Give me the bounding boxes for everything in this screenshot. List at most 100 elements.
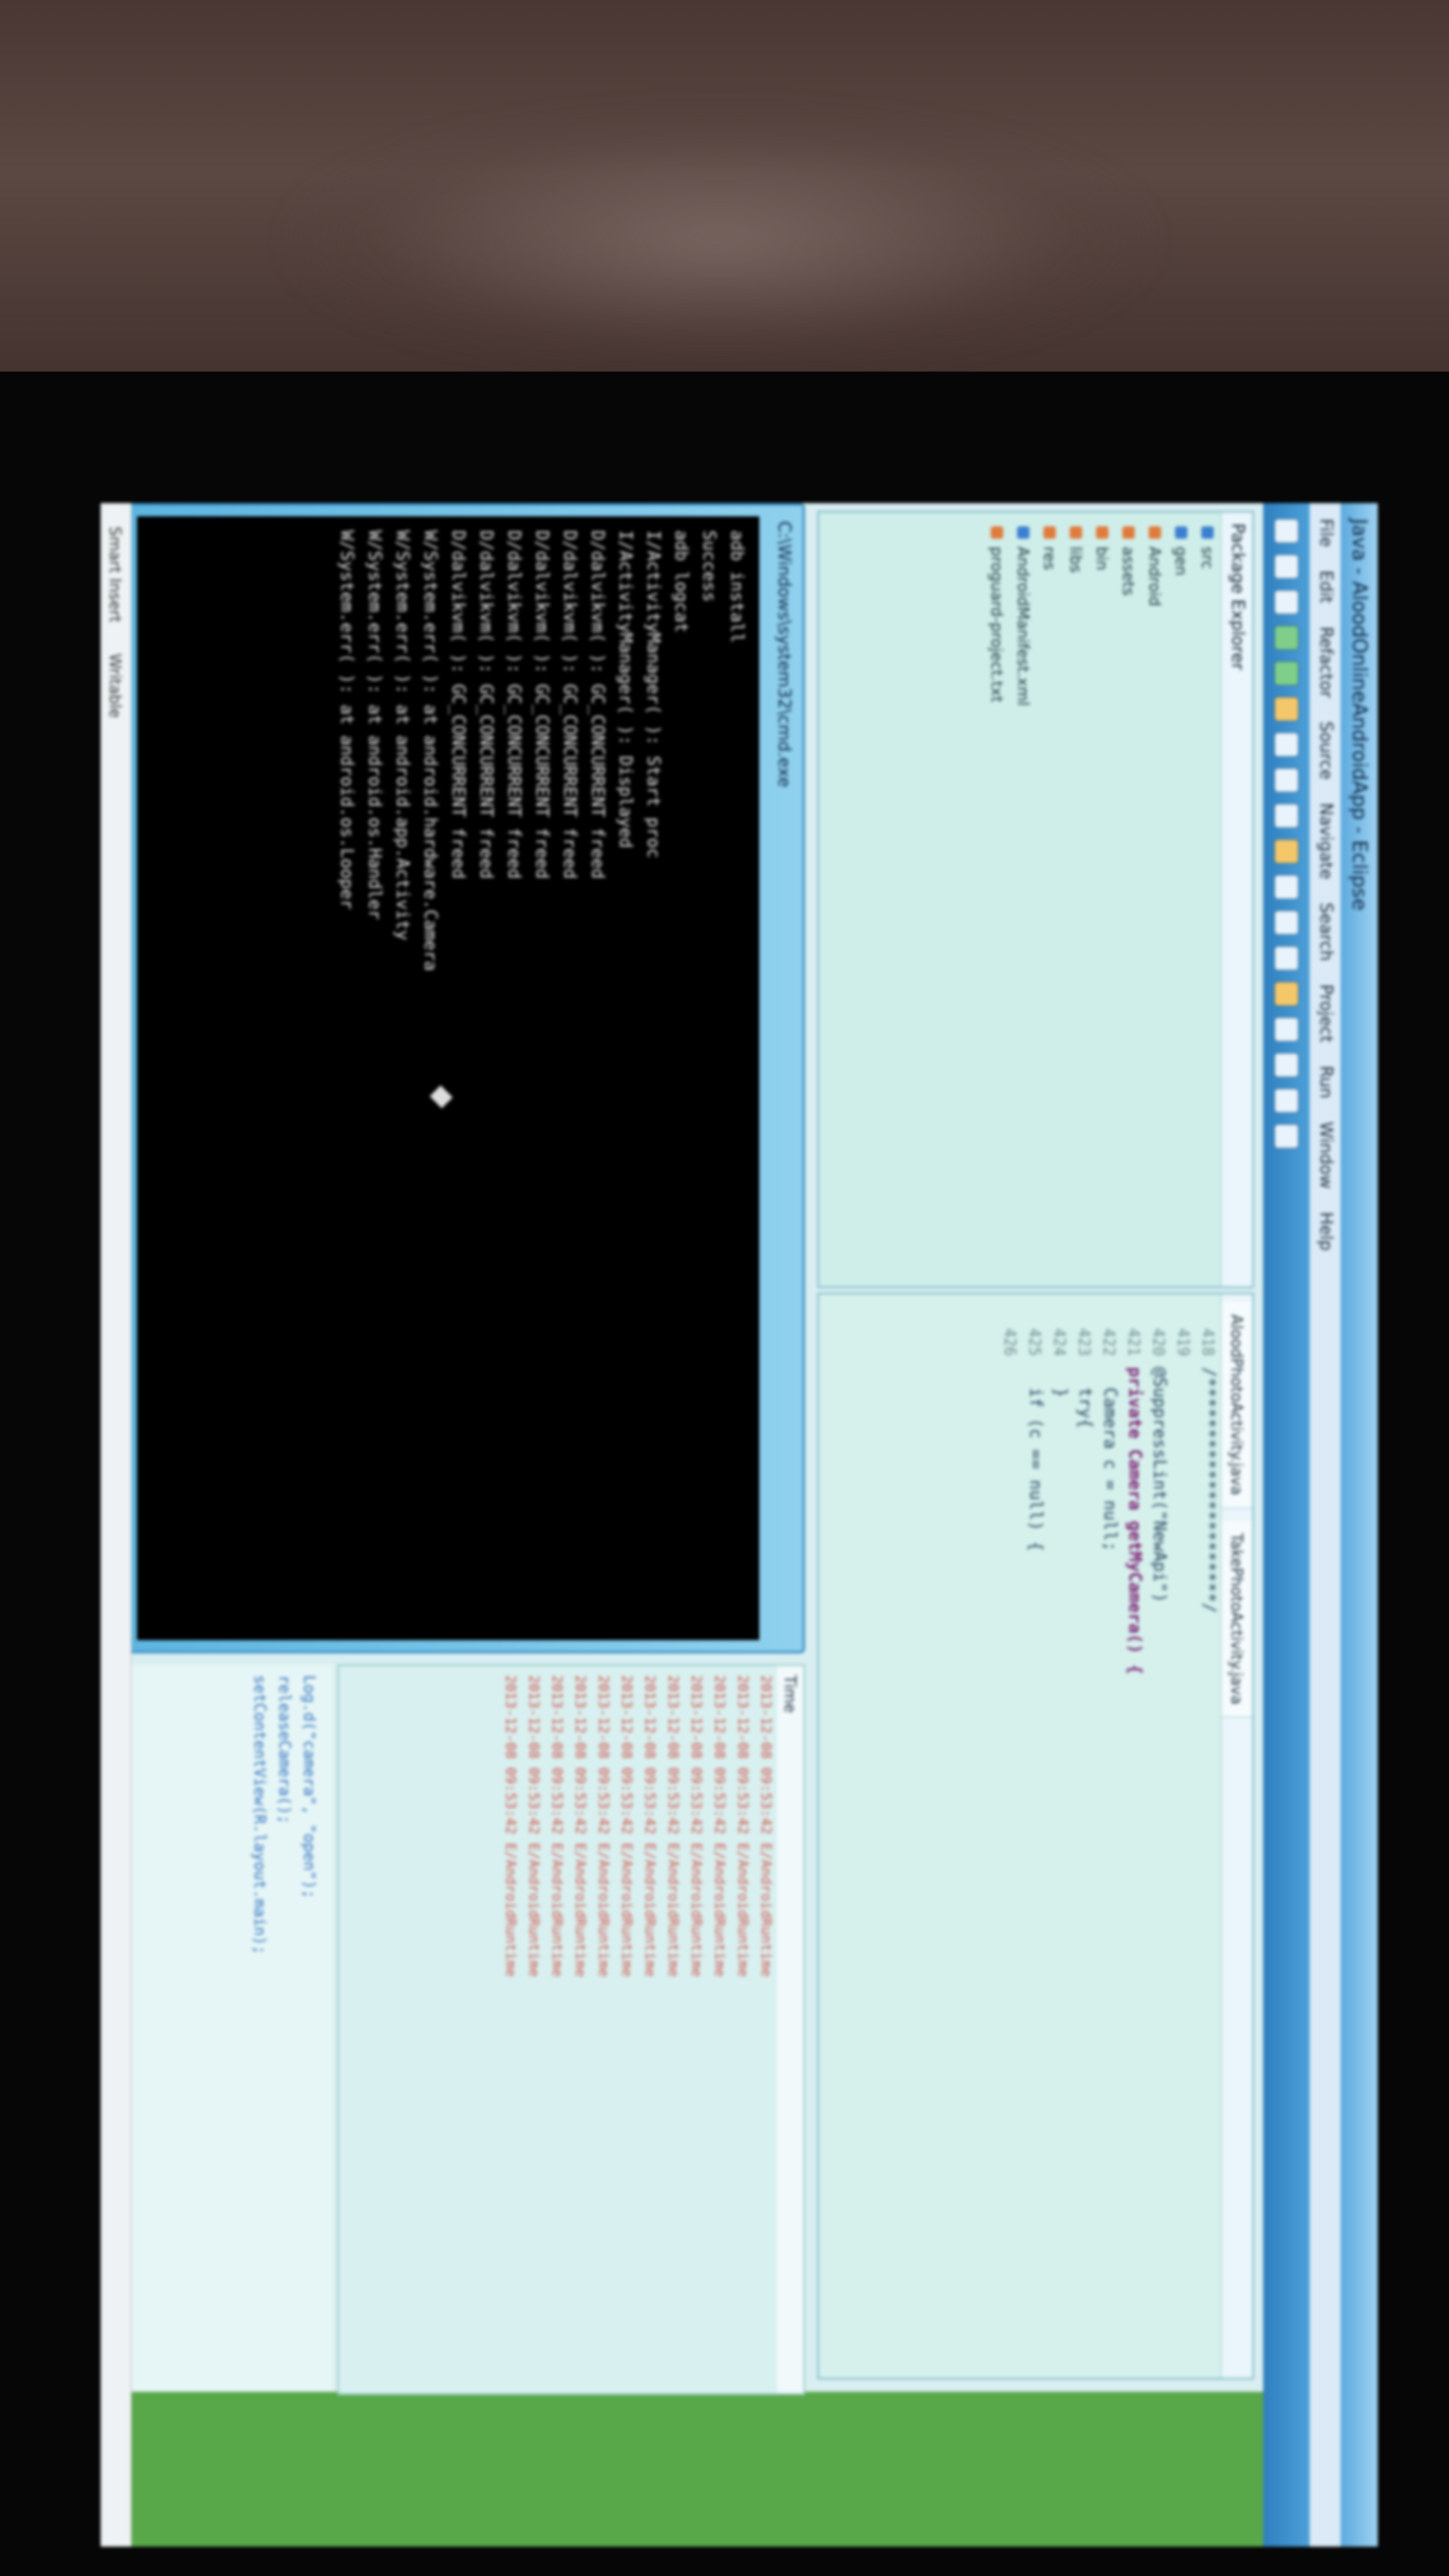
status-insert-mode: Smart Insert: [106, 526, 125, 623]
desktop-background-strip: [101, 2392, 1263, 2547]
back-icon[interactable]: [1274, 1088, 1299, 1113]
code-line: @SuppressLint("NewApi"): [1149, 1367, 1169, 1603]
console-line: W/System.err( ): at android.hardware.Cam…: [420, 530, 440, 971]
menu-file[interactable]: File: [1310, 519, 1341, 547]
android-sdk-manager-icon[interactable]: [1274, 910, 1299, 935]
tree-item[interactable]: res: [1036, 512, 1063, 1286]
debug-icon[interactable]: [1274, 625, 1299, 650]
code-line: try{: [1075, 1367, 1094, 1429]
line-number-gutter: 418 419 420 421 422 423 424 425 426: [1001, 1327, 1218, 1356]
monitor-screen: Java - AloodOnlineAndroidApp - Eclipse F…: [101, 503, 1378, 2547]
new-class-icon[interactable]: [1274, 803, 1299, 828]
window-title: Java - AloodOnlineAndroidApp - Eclipse: [1341, 503, 1378, 2547]
log-row[interactable]: 2013-12-08 09:53:42 E/AndroidRuntime: [615, 1666, 638, 2393]
menu-refactor[interactable]: Refactor: [1310, 626, 1341, 697]
open-type-icon[interactable]: [1274, 839, 1299, 864]
tree-item[interactable]: proguard-project.txt: [984, 512, 1010, 1286]
next-annotation-icon[interactable]: [1274, 1017, 1299, 1042]
console-line: D/dalvikvm( ): GC_CONCURRENT freed: [560, 530, 579, 879]
log-row[interactable]: 2013-12-08 09:53:42 E/AndroidRuntime: [754, 1666, 777, 2393]
lower-code-panel[interactable]: Log.d("camera", "open"); releaseCamera()…: [108, 1664, 333, 2392]
logcat-panel: Time 2013-12-08 09:53:42 E/AndroidRuntim…: [337, 1664, 805, 2395]
log-row[interactable]: 2013-12-08 09:53:42 E/AndroidRuntime: [568, 1666, 591, 2393]
command-prompt-window[interactable]: C:\Windows\system32\cmd.exe adb install …: [104, 503, 805, 1653]
menu-window[interactable]: Window: [1310, 1122, 1341, 1189]
folder-icon: [1070, 526, 1082, 539]
console-line: W/System.err( ): at android.app.Activity: [392, 530, 412, 940]
log-row[interactable]: 2013-12-08 09:53:42 E/AndroidRuntime: [591, 1666, 615, 2393]
menu-help[interactable]: Help: [1310, 1212, 1341, 1251]
menu-run[interactable]: Run: [1310, 1066, 1341, 1098]
tab-takephotoactivity[interactable]: TakePhotoActivity.java: [1221, 1520, 1252, 1718]
log-row[interactable]: 2013-12-08 09:53:42 E/AndroidRuntime: [545, 1666, 568, 2393]
menu-edit[interactable]: Edit: [1310, 570, 1341, 604]
log-row[interactable]: 2013-12-08 09:53:42 E/AndroidRuntime: [638, 1666, 661, 2393]
menu-navigate[interactable]: Navigate: [1310, 803, 1341, 879]
save-icon[interactable]: [1274, 554, 1299, 579]
console-line: adb logcat: [671, 530, 690, 633]
tab-aloodphotoactivity[interactable]: AloodPhotoActivity.java: [1221, 1302, 1252, 1509]
console-output[interactable]: adb install Success adb logcat I/Activit…: [137, 516, 759, 1640]
package-explorer-title[interactable]: Package Explorer: [1221, 512, 1252, 1286]
code-line: releaseCamera();: [276, 1675, 294, 1824]
menu-search[interactable]: Search: [1310, 903, 1341, 961]
log-row[interactable]: 2013-12-08 09:53:42 E/AndroidRuntime: [707, 1666, 731, 2393]
code-line: private Camera getMyCamera() {: [1125, 1367, 1144, 1675]
code-line: }: [1050, 1367, 1070, 1398]
menu-bar: File Edit Refactor Source Navigate Searc…: [1310, 503, 1341, 2547]
forward-icon[interactable]: [1274, 1124, 1299, 1149]
log-row[interactable]: 2013-12-08 09:53:42 E/AndroidRuntime: [684, 1666, 707, 2393]
log-row[interactable]: 2013-12-08 09:53:42 E/AndroidRuntime: [731, 1666, 754, 2393]
tree-item[interactable]: libs: [1063, 512, 1089, 1286]
search-icon[interactable]: [1274, 875, 1299, 899]
lint-icon[interactable]: [1274, 981, 1299, 1006]
log-row[interactable]: 2013-12-08 09:53:42 E/AndroidRuntime: [522, 1666, 545, 2393]
console-line: I/ActivityManager( ): Start proc: [643, 530, 663, 858]
package-explorer: Package Explorer src gen Android assets …: [817, 511, 1254, 1288]
print-icon[interactable]: [1274, 590, 1299, 615]
logcat-header: Time: [777, 1666, 803, 2393]
console-line: D/dalvikvm( ): GC_CONCURRENT freed: [532, 530, 551, 879]
console-line: adb install: [727, 530, 746, 643]
menu-source[interactable]: Source: [1310, 721, 1341, 780]
tree-item[interactable]: gen: [1168, 512, 1194, 1286]
console-title[interactable]: C:\Windows\system32\cmd.exe: [764, 505, 803, 1651]
editor-body[interactable]: 418 419 420 421 422 423 424 425 426 /***…: [998, 1294, 1221, 2378]
tree-item[interactable]: bin: [1089, 512, 1115, 1286]
tree-item[interactable]: Android: [1142, 512, 1168, 1286]
code-line: if (c == null) {: [1026, 1367, 1045, 1552]
eclipse-window: Java - AloodOnlineAndroidApp - Eclipse F…: [101, 503, 1378, 2547]
tree-item[interactable]: src: [1194, 512, 1221, 1286]
run-icon[interactable]: [1274, 661, 1299, 686]
previous-annotation-icon[interactable]: [1274, 1053, 1299, 1077]
code-line: /**********************/: [1199, 1367, 1218, 1613]
external-tools-icon[interactable]: [1274, 697, 1299, 721]
folder-icon: [1122, 526, 1135, 539]
log-row[interactable]: 2013-12-08 09:53:42 E/AndroidRuntime: [498, 1666, 522, 2393]
avd-manager-icon[interactable]: [1274, 946, 1299, 971]
wall-background: [0, 0, 1449, 433]
console-line: D/dalvikvm( ): GC_CONCURRENT freed: [476, 530, 495, 879]
code-line: setContentView(R.layout.main);: [251, 1675, 269, 1955]
editor-tabs: AloodPhotoActivity.java TakePhotoActivit…: [1221, 1294, 1252, 2378]
new-package-icon[interactable]: [1274, 768, 1299, 793]
console-line: D/dalvikvm( ): GC_CONCURRENT freed: [448, 530, 468, 879]
menu-project[interactable]: Project: [1310, 985, 1341, 1043]
log-row[interactable]: 2013-12-08 09:53:42 E/AndroidRuntime: [661, 1666, 684, 2393]
folder-icon: [1043, 526, 1056, 539]
console-line: D/dalvikvm( ): GC_CONCURRENT freed: [587, 530, 607, 879]
new-java-project-icon[interactable]: [1274, 732, 1299, 757]
tree-item[interactable]: AndroidManifest.xml: [1010, 512, 1036, 1286]
code-text: /**********************/ @SuppressLint("…: [998, 1367, 1221, 1674]
console-line: I/ActivityManager( ): Displayed: [615, 530, 635, 848]
code-line: Log.d("camera", "open");: [300, 1675, 319, 1899]
console-line: W/System.err( ): at android.os.Handler: [365, 530, 384, 920]
tree-item[interactable]: assets: [1115, 512, 1142, 1286]
code-line: Camera c = null;: [1100, 1367, 1119, 1552]
code-editor: AloodPhotoActivity.java TakePhotoActivit…: [817, 1293, 1254, 2379]
status-writable: Writable: [106, 653, 125, 718]
console-line: W/System.err( ): at android.os.Looper: [337, 530, 356, 910]
text-file-icon: [991, 526, 1003, 539]
new-file-icon[interactable]: [1274, 519, 1299, 543]
